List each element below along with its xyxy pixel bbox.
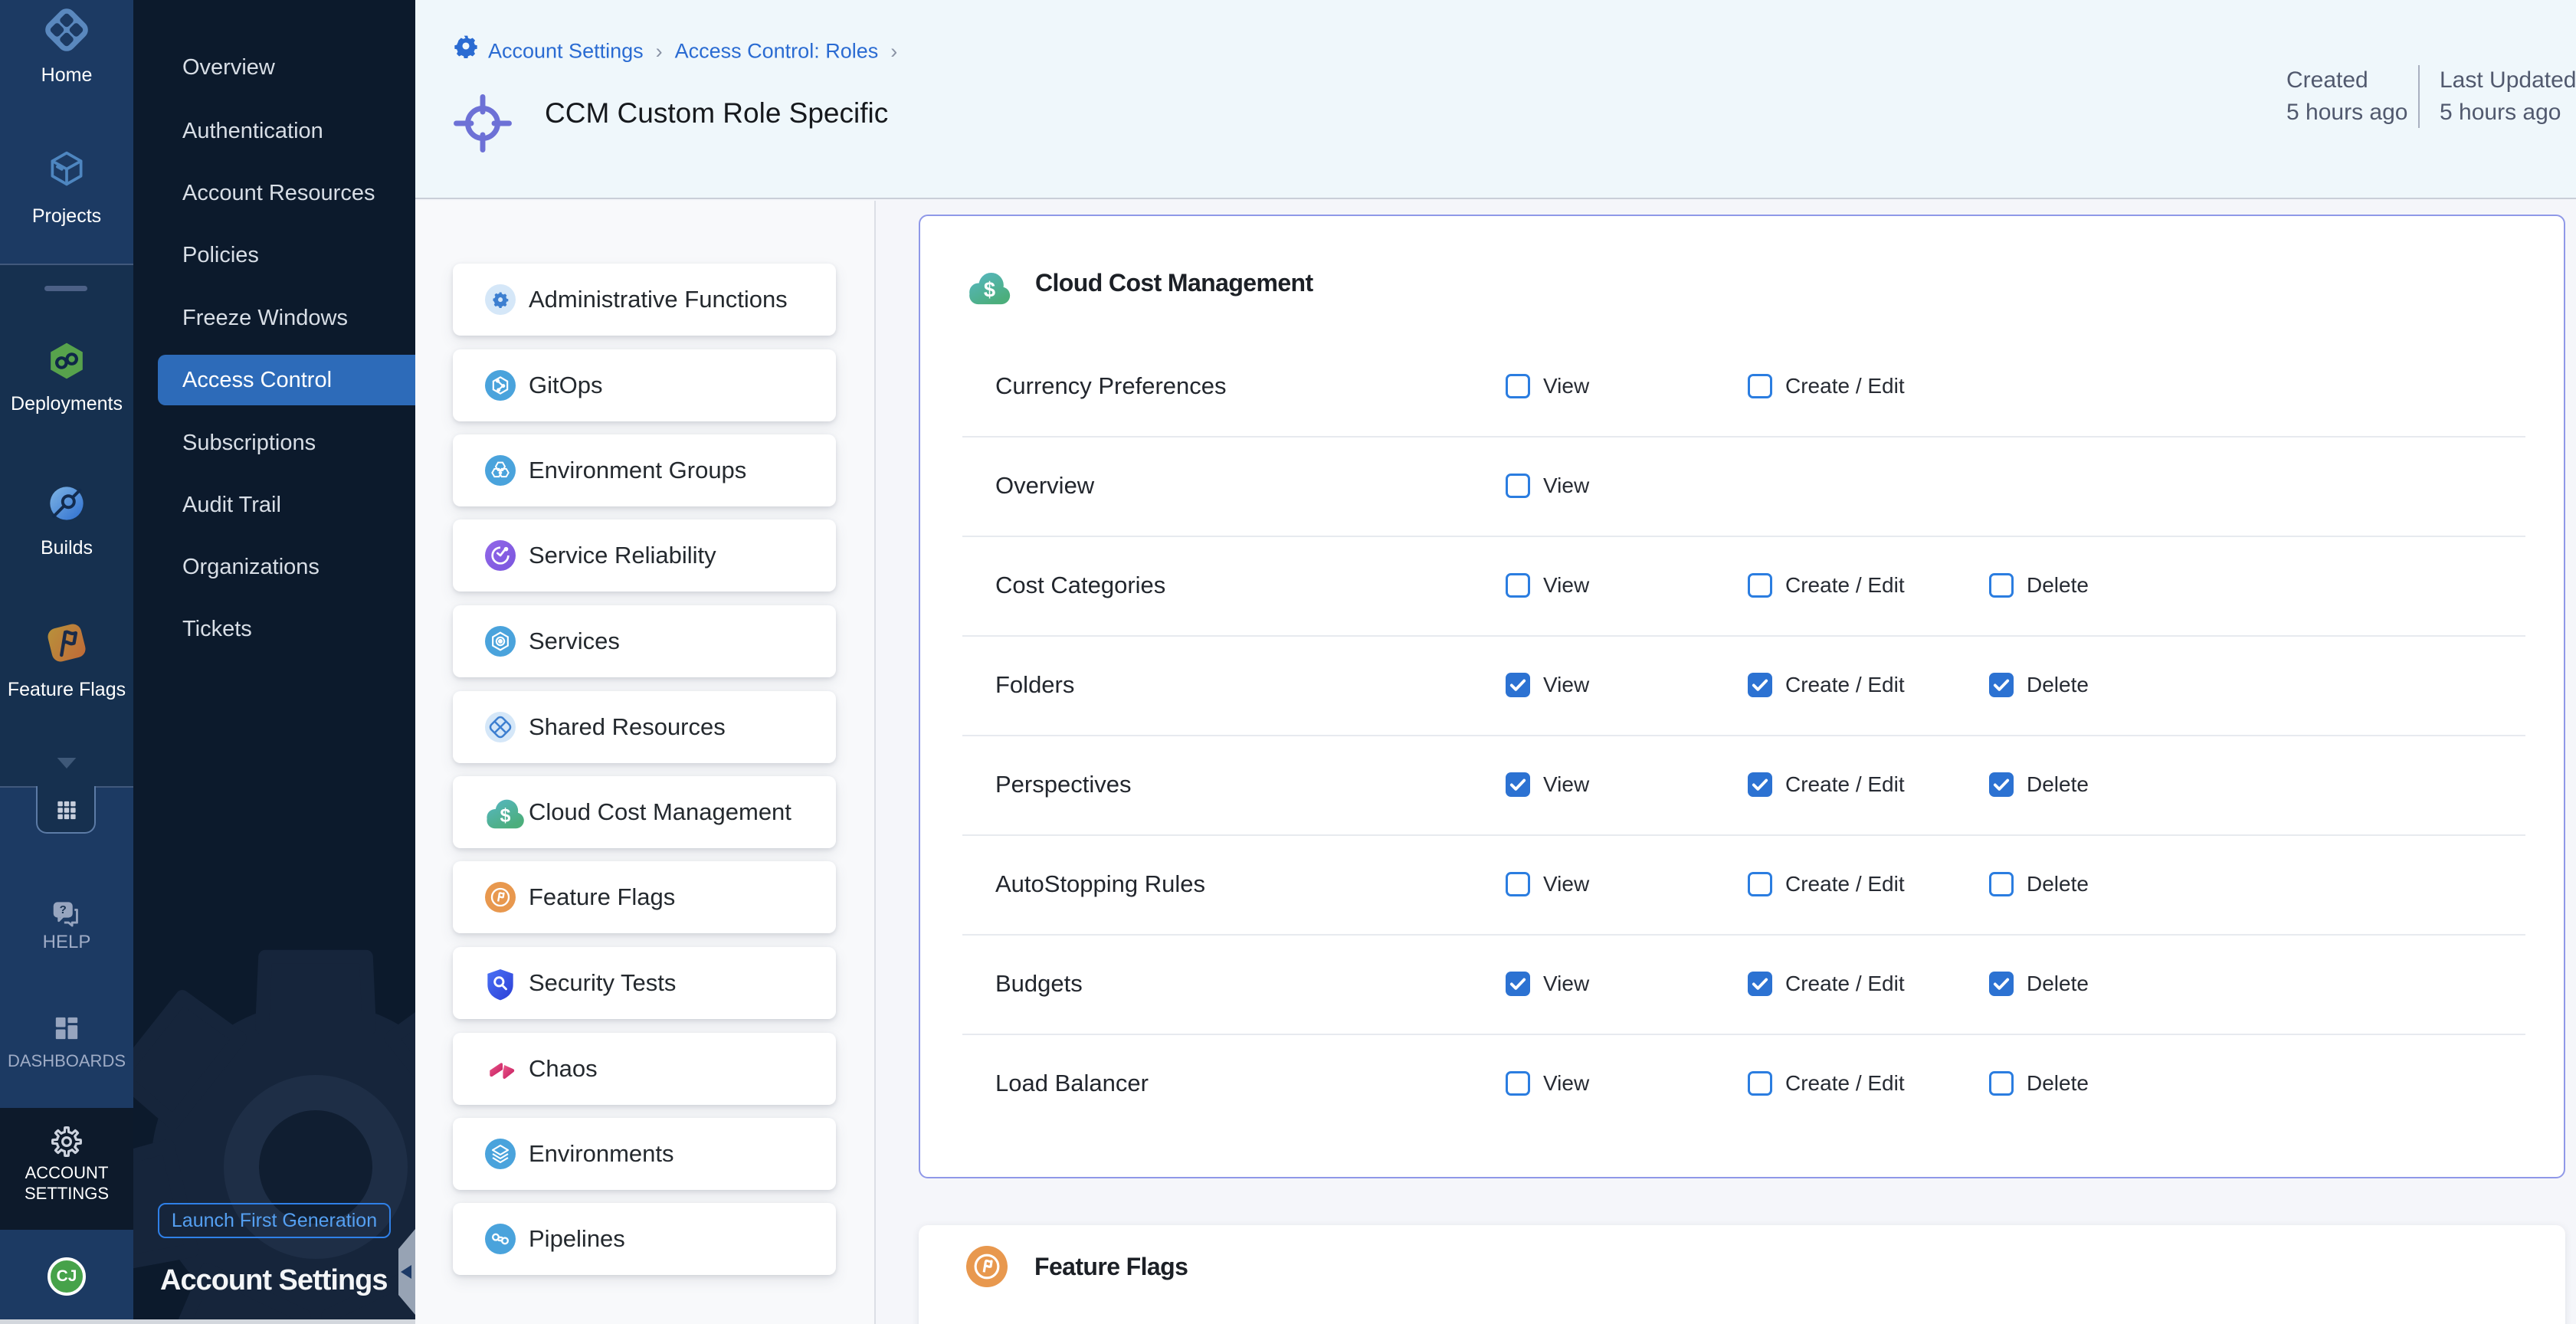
svg-text:$: $ xyxy=(984,277,995,301)
svg-text:?: ? xyxy=(60,903,67,916)
svg-text:$: $ xyxy=(500,805,510,826)
